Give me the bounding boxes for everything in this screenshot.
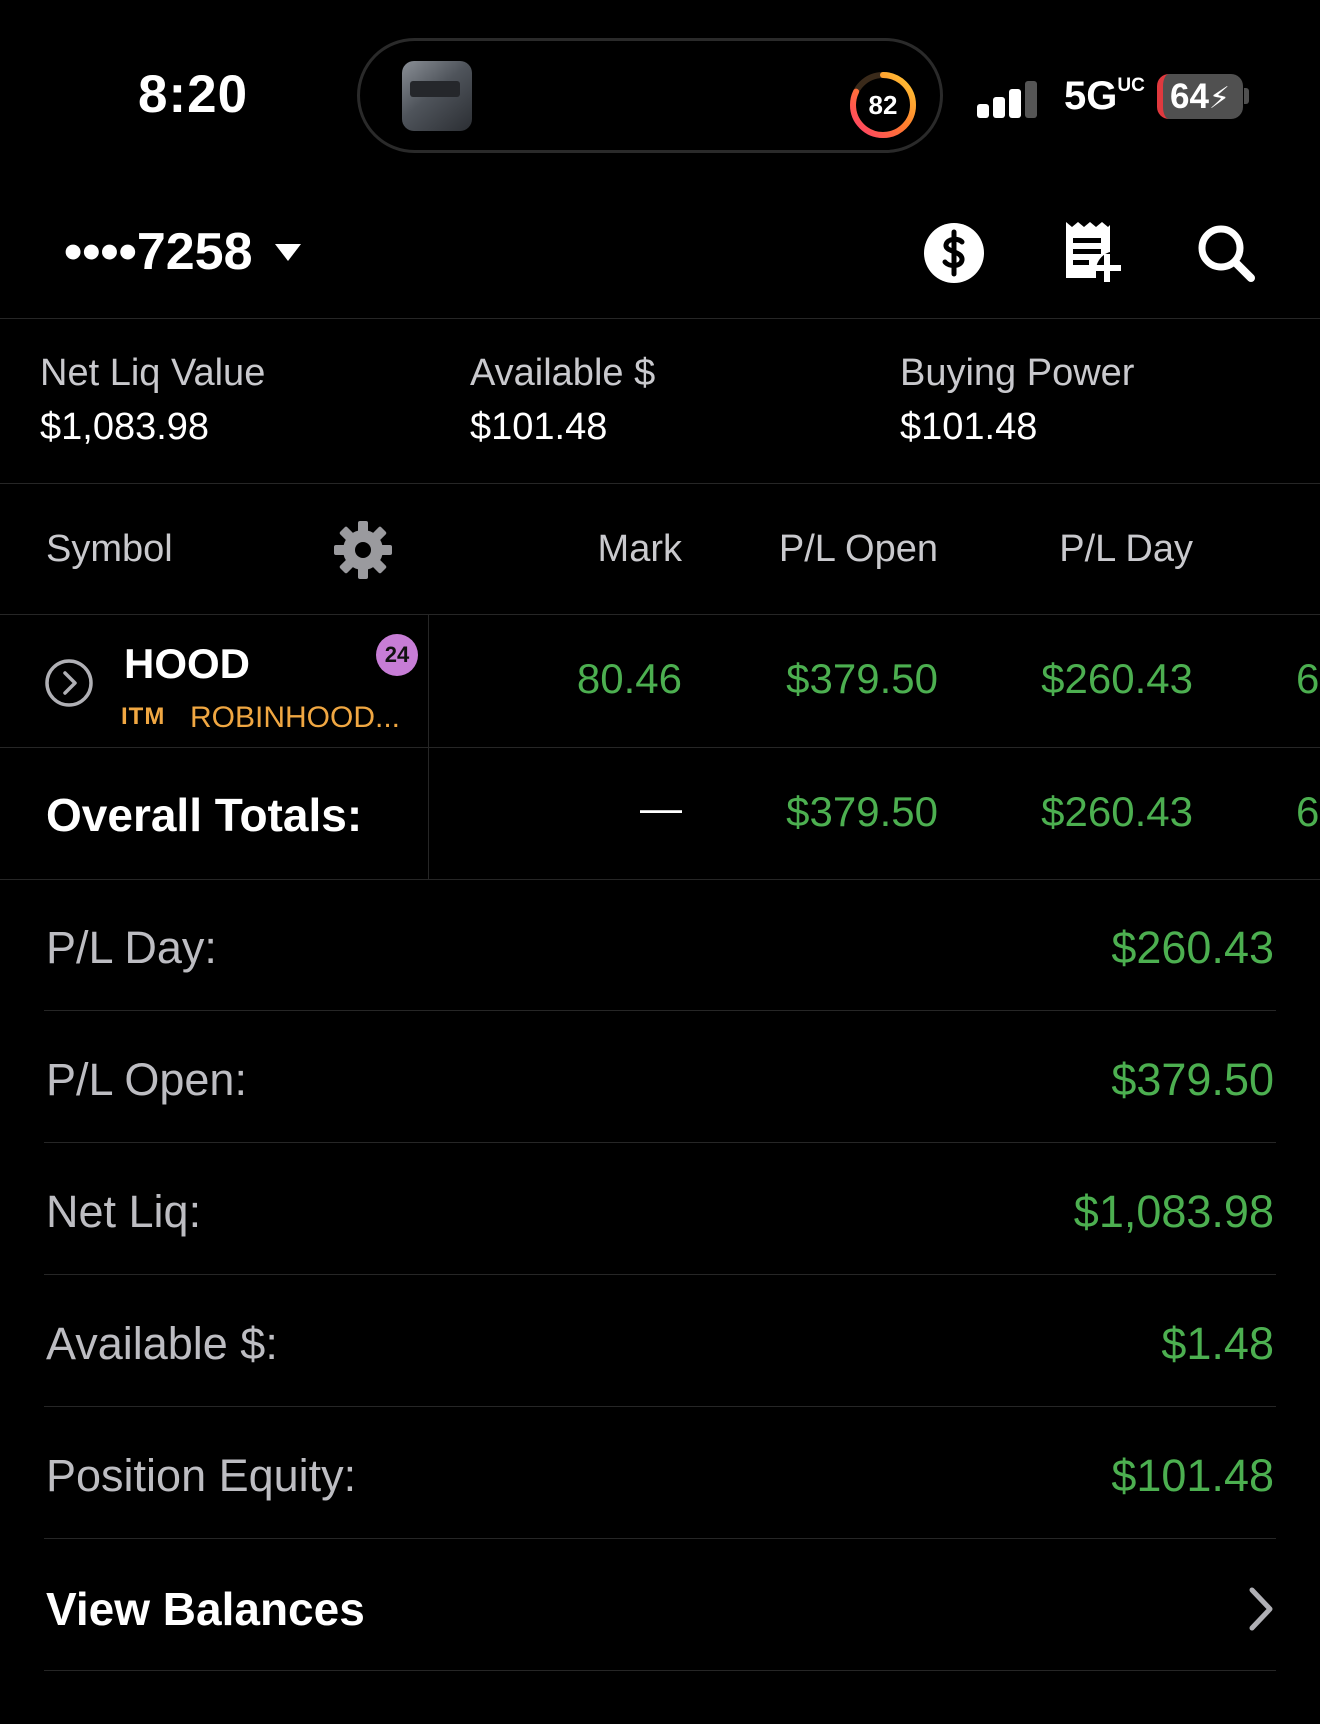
column-header-mark[interactable]: Mark <box>598 528 682 571</box>
view-balances-label: View Balances <box>46 1583 365 1635</box>
itm-tag: ITM <box>121 703 166 730</box>
cellular-signal-icon <box>977 80 1039 118</box>
expiration-badge: 24 <box>376 634 418 676</box>
account-number: ••••7258 <box>64 223 253 281</box>
column-header-pl-open[interactable]: P/L Open <box>779 528 938 571</box>
net-liq-value: $1,083.98 <box>40 406 210 448</box>
position-pl-open: $379.50 <box>786 655 938 702</box>
totals-mark: — <box>640 784 682 831</box>
net-liq-value-label: Net Liq Value <box>40 352 266 394</box>
totals-next-column: 6 <box>1296 788 1320 835</box>
charging-bolt-icon: ⚡ <box>1208 82 1230 115</box>
totals-pl-open: $379.50 <box>786 788 938 835</box>
position-symbol: HOOD <box>124 640 250 687</box>
net-liq-label: Net Liq: <box>46 1186 202 1237</box>
net-liq-value-detail: $1,083.98 <box>1073 1186 1274 1237</box>
search-icon[interactable] <box>1193 220 1259 286</box>
divider <box>44 1010 1276 1011</box>
position-description: ROBINHOOD... <box>190 701 401 734</box>
receipt-add-icon[interactable] <box>1060 218 1126 284</box>
position-pl-day: $260.43 <box>1041 655 1193 702</box>
network-label: 5G <box>1064 74 1118 118</box>
pl-open-value: $379.50 <box>1111 1054 1274 1105</box>
available-label: Available $ <box>470 352 656 394</box>
table-row[interactable]: HOOD 24 ITM ROBINHOOD... 80.46 $379.50 $… <box>0 615 1320 747</box>
divider <box>0 879 1320 880</box>
divider <box>44 1274 1276 1275</box>
divider <box>44 1406 1276 1407</box>
divider <box>44 1670 1276 1671</box>
gear-icon[interactable] <box>331 518 395 582</box>
position-mark: 80.46 <box>576 655 682 702</box>
network-type: 5GUC <box>1064 74 1145 119</box>
available-value: $101.48 <box>470 406 608 448</box>
position-equity-value: $101.48 <box>1111 1450 1274 1501</box>
position-equity-label: Position Equity: <box>46 1450 357 1501</box>
dynamic-island[interactable]: 82 <box>357 38 943 153</box>
pl-day-label: P/L Day: <box>46 922 217 973</box>
column-header-pl-day[interactable]: P/L Day <box>1059 528 1193 571</box>
account-selector[interactable]: ••••7258 <box>64 222 301 282</box>
dollar-circle-icon[interactable] <box>921 220 987 286</box>
divider <box>44 1142 1276 1143</box>
battery-level: 64⚡ <box>1165 74 1235 119</box>
chevron-down-icon <box>274 243 301 261</box>
divider <box>44 1538 1276 1539</box>
activity-ring-value: 82 <box>868 90 898 120</box>
buying-power-label: Buying Power <box>900 352 1135 394</box>
divider <box>0 483 1320 484</box>
chevron-right-circle-icon[interactable] <box>44 658 94 708</box>
chevron-right-icon <box>1249 1587 1273 1631</box>
position-next-column: 6 <box>1296 655 1320 702</box>
totals-label: Overall Totals: <box>46 789 363 841</box>
divider <box>0 318 1320 319</box>
view-balances-row[interactable]: View Balances <box>0 1540 1320 1670</box>
network-suffix: UC <box>1117 74 1145 96</box>
available-detail-value: $1.48 <box>1161 1318 1274 1369</box>
status-time: 8:20 <box>138 65 249 124</box>
battery-percent: 64 <box>1169 77 1209 116</box>
buying-power-value: $101.48 <box>900 406 1038 448</box>
battery-tip <box>1244 88 1249 104</box>
available-detail-label: Available $: <box>46 1318 278 1369</box>
totals-row: Overall Totals: — $379.50 $260.43 6 <box>0 748 1320 878</box>
media-thumbnail[interactable] <box>402 61 472 131</box>
pl-day-value: $260.43 <box>1111 922 1274 973</box>
totals-pl-day: $260.43 <box>1041 788 1193 835</box>
pl-open-label: P/L Open: <box>46 1054 247 1105</box>
column-header-symbol[interactable]: Symbol <box>46 528 173 571</box>
